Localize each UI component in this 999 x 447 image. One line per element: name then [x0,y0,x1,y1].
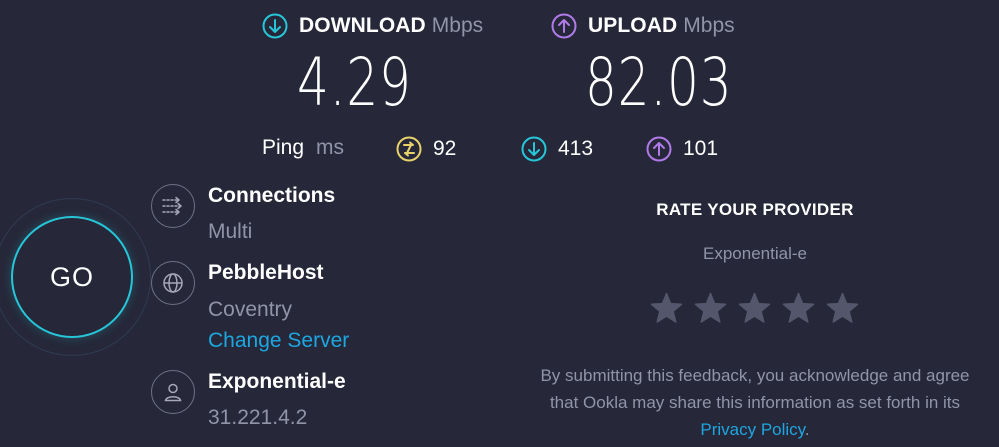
upload-unit: Mbps [683,14,735,37]
rate-provider-name: Exponential-e [703,244,807,263]
connections-arrows-icon [151,184,195,228]
provider-ip: 31.221.4.2 [208,406,308,429]
connections-value: Multi [208,220,253,243]
go-button-label: GO [49,261,94,292]
ping-upload-value: 101 [683,137,719,160]
change-server-link[interactable]: Change Server [208,329,349,353]
upload-metric: UPLOAD Mbps 82.03 [551,12,735,120]
ping-download: 413 [521,135,593,163]
ping-idle-value: 92 [433,137,457,160]
star-icon[interactable] [826,292,859,325]
upload-label: UPLOAD [588,14,678,37]
idle-latency-icon [396,136,422,162]
ping-label: Ping [262,136,305,159]
upload-speed-value: 82.03 [585,44,733,121]
arrow-up-circle-icon [646,136,672,162]
disclaimer-text: By submitting this feedback, you acknowl… [540,366,970,412]
connections-title: Connections [208,184,336,207]
speedtest-results-page: DOWNLOAD Mbps 4.29 UPLOAD Mbps 82.03 Pin… [0,0,999,447]
ping-download-value: 413 [558,137,594,160]
star-icon[interactable] [650,292,683,325]
download-unit: Mbps [431,14,484,37]
ping-idle: 92 [396,135,456,163]
download-header: DOWNLOAD Mbps [262,12,483,40]
user-icon [151,370,195,414]
upload-header: UPLOAD Mbps [551,12,735,40]
server-location: Coventry [208,298,293,321]
disclaimer-end: . [804,420,810,439]
download-speed-value: 4.29 [297,44,412,121]
arrow-down-circle-icon [262,13,288,39]
privacy-policy-link[interactable]: Privacy Policy [700,420,805,439]
go-button[interactable]: GO [11,216,133,338]
ping-unit: ms [316,136,344,159]
star-icon[interactable] [738,292,771,325]
rate-provider-title: RATE YOUR PROVIDER [656,200,854,219]
feedback-disclaimer: By submitting this feedback, you acknowl… [530,362,980,443]
star-icon[interactable] [782,292,815,325]
server-name: PebbleHost [208,261,324,284]
star-rating [650,292,859,325]
provider-name: Exponential-e [208,370,346,393]
arrow-down-circle-icon [521,136,547,162]
globe-icon [151,261,195,305]
ping-upload: 101 [646,135,718,163]
download-label: DOWNLOAD [299,14,426,37]
star-icon[interactable] [694,292,727,325]
arrow-up-circle-icon [551,13,577,39]
download-metric: DOWNLOAD Mbps 4.29 [262,12,483,120]
